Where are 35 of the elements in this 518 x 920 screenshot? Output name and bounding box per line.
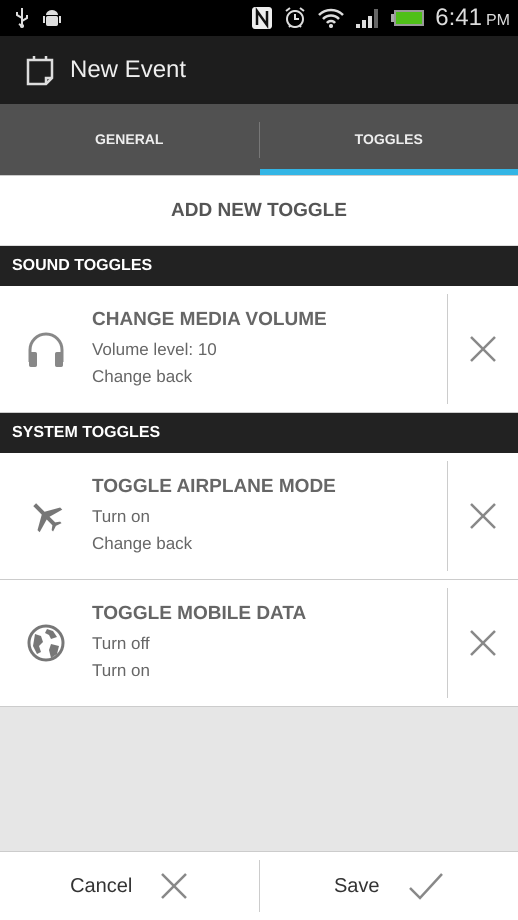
screen-title: New Event bbox=[70, 56, 186, 84]
cancel-button[interactable]: Cancel bbox=[0, 852, 258, 920]
alarm-clock-icon bbox=[283, 6, 308, 30]
toggle-item[interactable]: CHANGE MEDIA VOLUME Volume level: 10 Change back bbox=[0, 286, 518, 413]
toggle-detail: Change back bbox=[92, 532, 194, 554]
toggle-detail: Turn on bbox=[92, 660, 151, 682]
calendar-icon bbox=[26, 54, 54, 86]
section-header: SOUND TOGGLES bbox=[0, 246, 518, 286]
usb-icon bbox=[14, 7, 30, 29]
headphones-icon bbox=[26, 330, 66, 368]
close-icon bbox=[469, 335, 497, 363]
toggle-title: TOGGLE MOBILE DATA bbox=[92, 602, 308, 624]
save-button[interactable]: Save bbox=[260, 852, 518, 920]
wifi-icon bbox=[317, 7, 346, 29]
add-toggle-button[interactable]: ADD NEW TOGGLE bbox=[0, 176, 518, 246]
close-icon bbox=[160, 872, 188, 900]
nfc-icon bbox=[251, 6, 274, 30]
toggle-item[interactable]: TOGGLE MOBILE DATA Turn off Turn on bbox=[0, 580, 518, 707]
android-icon bbox=[42, 7, 62, 29]
close-icon bbox=[469, 629, 497, 657]
globe-icon bbox=[27, 624, 65, 662]
tab[interactable]: GENERAL bbox=[0, 104, 258, 175]
toggle-detail: Volume level: 10 bbox=[92, 338, 218, 360]
section-header: SYSTEM TOGGLES bbox=[0, 413, 518, 453]
toggle-detail: Change back bbox=[92, 366, 194, 388]
checkmark-icon bbox=[408, 872, 444, 900]
toggle-detail: Turn on bbox=[92, 506, 151, 528]
close-icon bbox=[469, 502, 497, 530]
battery-icon bbox=[391, 8, 426, 28]
toggle-item[interactable]: TOGGLE AIRPLANE MODE Turn on Change back bbox=[0, 453, 518, 580]
toggle-title: TOGGLE AIRPLANE MODE bbox=[92, 476, 337, 498]
toggle-title: CHANGE MEDIA VOLUME bbox=[92, 308, 328, 330]
toggle-detail: Turn off bbox=[92, 632, 151, 654]
clock-time: 6:41 bbox=[435, 4, 482, 32]
clock-ampm: PM bbox=[486, 12, 510, 30]
